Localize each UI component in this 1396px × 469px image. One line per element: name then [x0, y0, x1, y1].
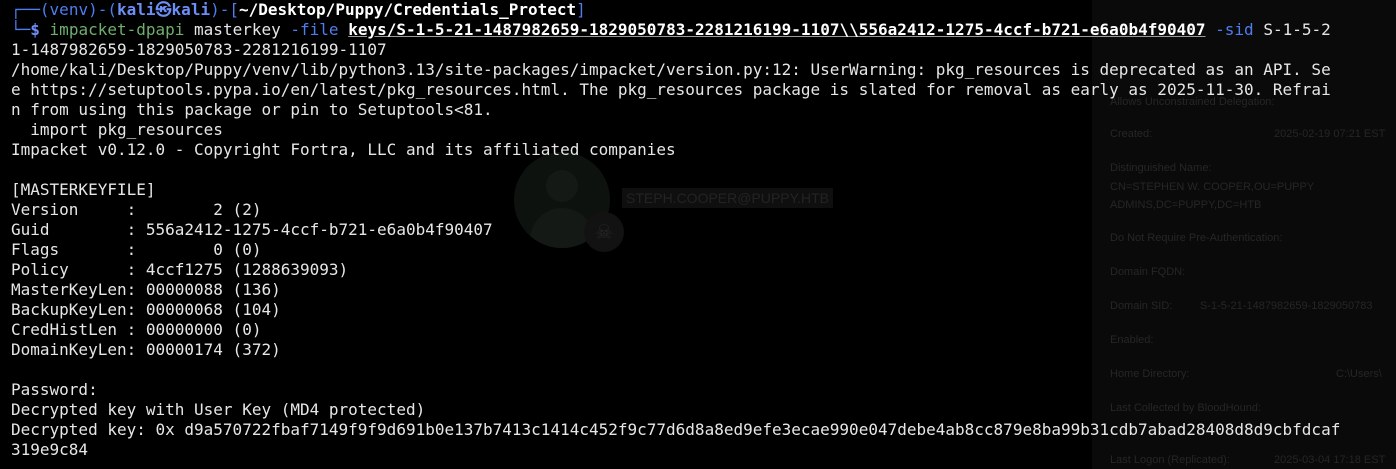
file-path: keys/S-1-5-21-1487982659-1829050783-2281… — [348, 20, 1206, 39]
section-header: [MASTERKEYFILE] — [11, 180, 156, 199]
prompt-line: ┌──(venv)-(kali㉿kali)-[~/Desktop/Puppy/C… — [11, 0, 586, 19]
decrypted-key-wrap: 319e9c84 — [11, 440, 89, 459]
warning-line: import pkg_resources — [11, 120, 223, 139]
prompt-host: kali — [171, 0, 211, 19]
warning-line: /home/kali/Desktop/Puppy/venv/lib/python… — [11, 60, 1331, 79]
terminal-output[interactable]: ┌──(venv)-(kali㉿kali)-[~/Desktop/Puppy/C… — [11, 0, 1391, 460]
masterkey-field: BackupKeyLen: 00000068 (104) — [11, 300, 281, 319]
warning-line: e https://setuptools.pypa.io/en/latest/p… — [11, 80, 1331, 99]
masterkey-field: Version : 2 (2) — [11, 200, 262, 219]
decrypted-key: Decrypted key: 0x d9a570722fbaf7149f9f9d… — [11, 420, 1341, 439]
prompt-user: kali — [117, 0, 156, 19]
warning-line: n from using this package or pin to Setu… — [11, 100, 493, 119]
masterkey-field: Policy : 4ccf1275 (1288639093) — [11, 260, 349, 279]
prompt-dollar: $ — [30, 20, 40, 39]
sid-value: S-1-5-2 — [1253, 20, 1331, 39]
masterkey-field: Guid : 556a2412-1275-4ccf-b721-e6a0b4f90… — [11, 220, 493, 239]
decrypt-status: Decrypted key with User Key (MD4 protect… — [11, 400, 426, 419]
prompt-cwd: ~/Desktop/Puppy/Credentials_Protect — [238, 0, 577, 19]
file-flag: -file — [290, 20, 339, 39]
masterkey-field: CredHistLen : 00000000 (0) — [11, 320, 262, 339]
command-line[interactable]: └─$ impacket-dpapi masterkey -file keys/… — [11, 20, 1391, 40]
prompt-at-icon: ㉿ — [155, 0, 172, 19]
masterkey-field: Flags : 0 (0) — [11, 240, 262, 259]
venv-name: venv — [49, 0, 89, 19]
sid-flag: -sid — [1215, 20, 1254, 39]
password-prompt: Password: — [11, 380, 98, 399]
command-program: impacket-dpapi — [49, 20, 185, 39]
masterkey-field: MasterKeyLen: 00000088 (136) — [11, 280, 281, 299]
impacket-banner: Impacket v0.12.0 - Copyright Fortra, LLC… — [11, 140, 676, 159]
masterkey-field: DomainKeyLen: 00000174 (372) — [11, 340, 281, 359]
command-line-wrap: 1-1487982659-1829050783-2281216199-1107 — [11, 40, 387, 59]
